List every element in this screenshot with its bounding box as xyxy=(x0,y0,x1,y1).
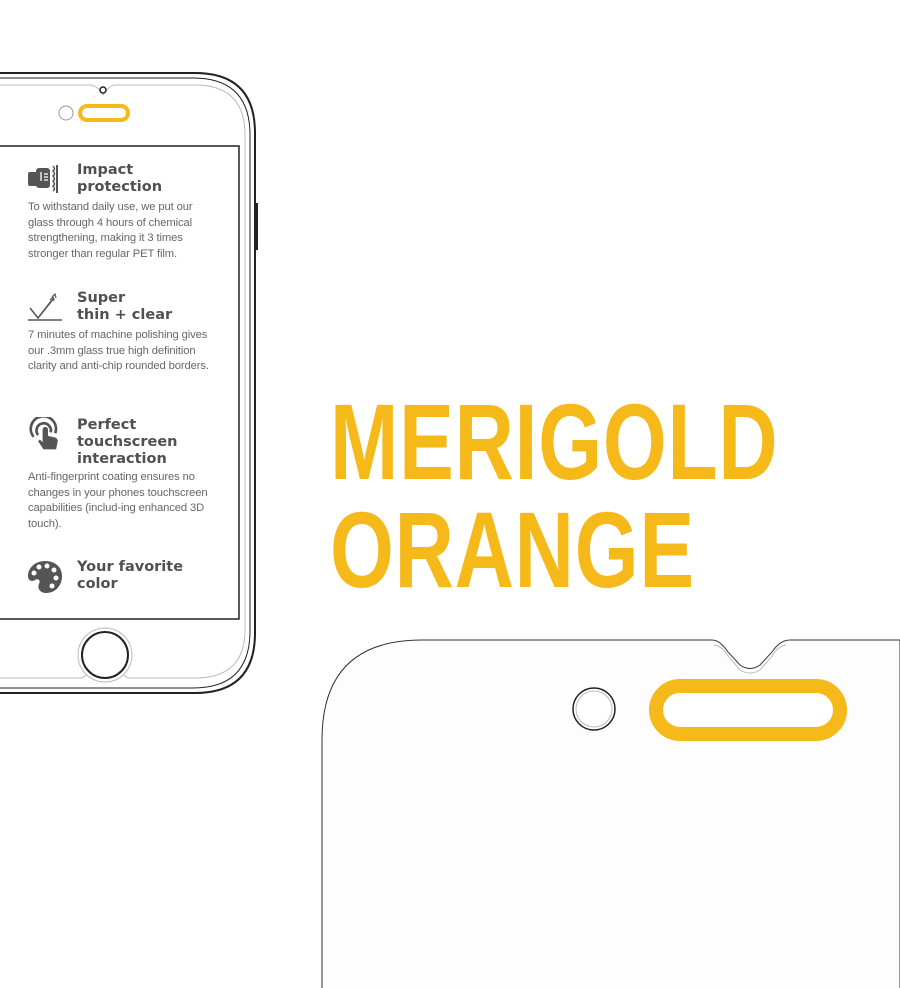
feature-title-line: touchscreen xyxy=(77,434,178,450)
thin-clear-icon xyxy=(28,292,62,321)
front-camera-icon xyxy=(58,105,74,121)
front-sensor-icon xyxy=(99,86,107,94)
large-camera-cutout-icon xyxy=(572,687,616,731)
feature-title-line: Super xyxy=(77,290,126,306)
feature-title-line: Your favorite xyxy=(77,559,184,575)
large-speaker-cutout xyxy=(649,679,847,741)
feature-description: Anti-fingerprint coating ensures no chan… xyxy=(28,471,208,530)
feature-touchscreen: Perfect touchscreen interaction Anti-finge… xyxy=(28,417,213,532)
palette-icon xyxy=(28,561,62,593)
feature-title-line: interaction xyxy=(77,451,167,467)
feature-title-line: Impact xyxy=(77,162,134,178)
feature-title-line: color xyxy=(77,576,118,592)
feature-impact: Impact protection To withstand daily use,… xyxy=(28,162,213,262)
feature-title-line: protection xyxy=(77,179,163,195)
feature-title-line: Perfect xyxy=(77,417,137,433)
feature-description: To withstand daily use, we put our glass… xyxy=(28,201,193,260)
feature-title-line: thin + clear xyxy=(77,307,173,323)
speaker-cutout xyxy=(78,104,130,122)
headline-line-2: ORANGE xyxy=(330,489,695,610)
side-button xyxy=(255,203,258,250)
home-button-icon xyxy=(81,631,129,679)
touch-icon xyxy=(29,417,58,450)
feature-color: Your favorite color xyxy=(28,559,213,595)
fist-impact-icon xyxy=(28,165,58,193)
feature-thin-clear: Super thin + clear 7 minutes of machine p… xyxy=(28,290,213,375)
feature-description: 7 minutes of machine polishing gives our… xyxy=(28,329,209,372)
headline-line-1: MERIGOLD xyxy=(330,381,779,502)
